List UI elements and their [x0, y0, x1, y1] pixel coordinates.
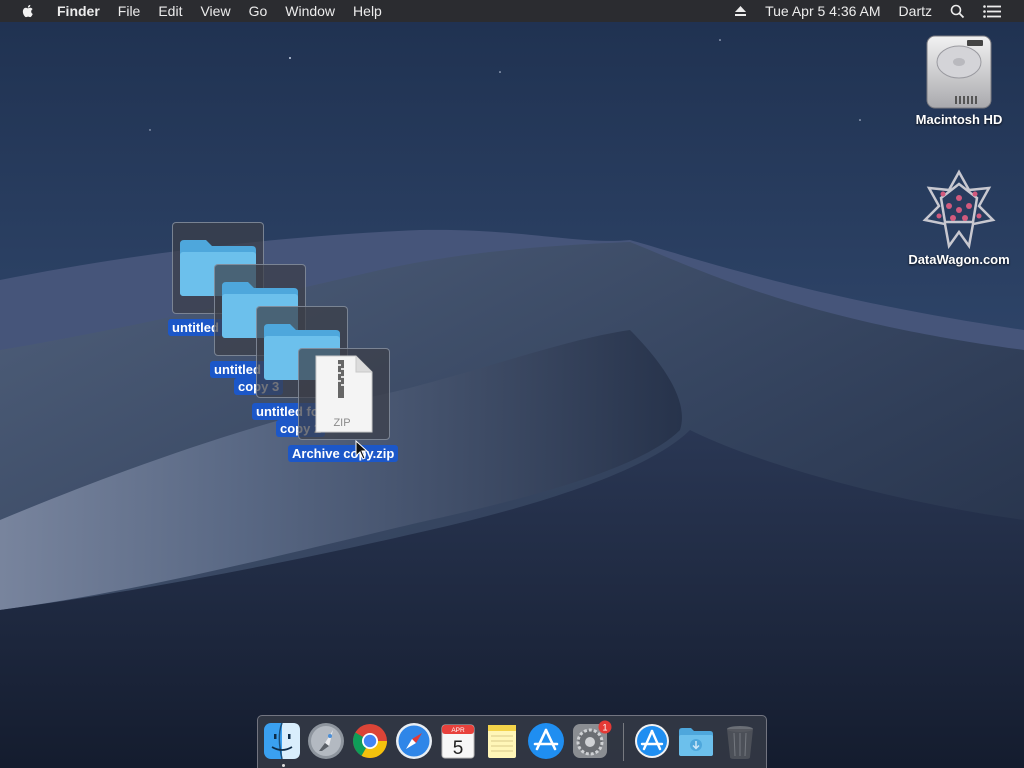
dock-separator — [623, 723, 624, 761]
notification-badge: 1 — [598, 720, 612, 734]
chrome-icon — [353, 724, 387, 758]
desktop-item-archive-copy-zip[interactable]: ZIP Archive copy.zip — [288, 348, 399, 462]
app-store-icon — [528, 723, 564, 759]
spotlight-search-icon[interactable] — [941, 0, 974, 22]
menu-view[interactable]: View — [191, 0, 239, 22]
launchpad-icon — [308, 723, 344, 759]
calendar-icon: APR 5 — [441, 724, 475, 759]
calendar-month: APR — [451, 727, 465, 734]
mouse-cursor-icon — [355, 440, 369, 460]
menu-window[interactable]: Window — [276, 0, 344, 22]
menu-go[interactable]: Go — [240, 0, 277, 22]
desktop-icon-datawagon[interactable]: DataWagon.com — [904, 168, 1014, 267]
item-label: Archive copy.zip — [288, 445, 399, 462]
menu-clock[interactable]: Tue Apr 5 4:36 AM — [756, 0, 889, 22]
desktop-icon-label: DataWagon.com — [908, 252, 1010, 267]
dock-item-finder[interactable] — [262, 721, 302, 767]
menu-edit[interactable]: Edit — [149, 0, 191, 22]
trash-icon — [727, 726, 753, 759]
calendar-day: 5 — [453, 738, 464, 759]
dock-item-safari[interactable] — [394, 721, 434, 763]
wallpaper — [0, 0, 1024, 768]
dock-item-applications[interactable] — [632, 721, 672, 763]
menu-help[interactable]: Help — [344, 0, 391, 22]
menu-app-finder[interactable]: Finder — [48, 0, 109, 22]
eject-icon[interactable] — [725, 0, 756, 22]
menu-bar: Finder File Edit View Go Window Help Tue… — [0, 0, 1024, 22]
dock-item-launchpad[interactable] — [306, 721, 346, 763]
dock-item-downloads[interactable] — [676, 721, 716, 763]
desktop-icon-label: Macintosh HD — [915, 112, 1003, 127]
dock-item-system-preferences[interactable]: 1 — [570, 720, 612, 763]
dock-item-calendar[interactable]: APR 5 — [438, 721, 478, 763]
apple-icon[interactable] — [20, 3, 36, 19]
badge-count: 1 — [602, 723, 607, 733]
desktop[interactable]: Finder File Edit View Go Window Help Tue… — [0, 0, 1024, 768]
zip-file-icon: ZIP — [315, 355, 373, 433]
finder-icon — [264, 722, 300, 760]
downloads-folder-icon — [679, 728, 713, 756]
dock-item-chrome[interactable] — [350, 721, 390, 763]
network-volume-icon — [922, 169, 996, 250]
notes-icon — [488, 725, 516, 758]
dock: APR 5 1 — [257, 715, 767, 768]
zip-badge: ZIP — [333, 417, 350, 429]
menu-file[interactable]: File — [109, 0, 150, 22]
running-indicator — [282, 764, 285, 767]
dock-item-trash[interactable] — [720, 721, 760, 763]
safari-icon — [396, 723, 432, 759]
dock-item-app-store[interactable] — [526, 721, 566, 763]
menu-user[interactable]: Dartz — [890, 0, 941, 22]
hard-drive-icon — [926, 35, 992, 109]
desktop-icon-macintosh-hd[interactable]: Macintosh HD — [904, 32, 1014, 127]
dock-item-notes[interactable] — [482, 721, 522, 763]
applications-folder-icon — [635, 724, 669, 758]
notification-center-icon[interactable] — [974, 0, 1010, 22]
